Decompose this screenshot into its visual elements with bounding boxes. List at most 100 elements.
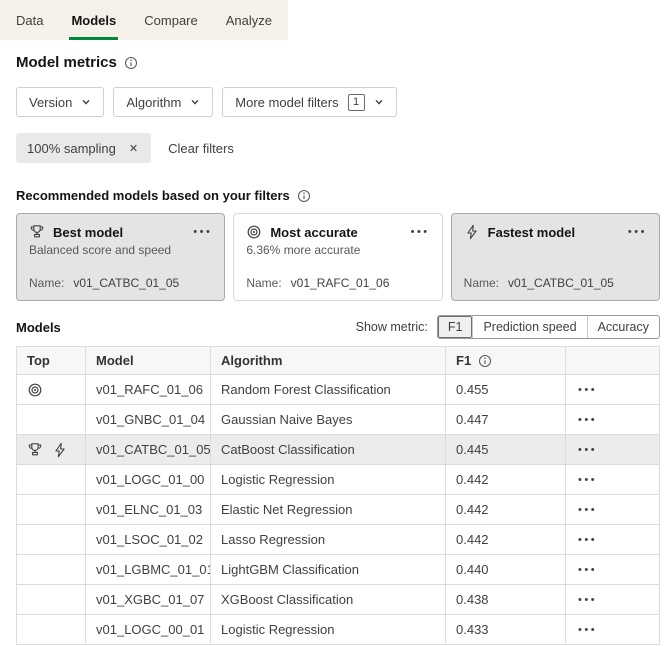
- model-name-cell: v01_GNBC_01_04: [86, 405, 211, 435]
- card-more-options-button[interactable]: •••: [191, 225, 212, 240]
- metric-option-f1[interactable]: F1: [438, 316, 473, 338]
- table-row[interactable]: v01_LSOC_01_02 Lasso Regression 0.442 ••…: [17, 525, 660, 555]
- best-model-card[interactable]: Best model ••• Balanced score and speed …: [16, 213, 225, 301]
- models-table: Top Model Algorithm F1 v01_RAFC_01_06 Ra…: [16, 346, 660, 645]
- top-cell: [17, 405, 86, 435]
- tab-models[interactable]: Models: [57, 0, 130, 40]
- algorithm-cell: Logistic Regression: [211, 615, 446, 645]
- col-header-model[interactable]: Model: [86, 347, 211, 375]
- chevron-down-icon: [190, 97, 200, 107]
- row-more-options-button[interactable]: •••: [576, 533, 597, 548]
- row-more-options-button[interactable]: •••: [576, 623, 597, 638]
- models-section-title: Models: [16, 320, 61, 335]
- metric-header-label: F1: [456, 353, 471, 368]
- lightning-icon: [52, 442, 68, 458]
- table-row[interactable]: v01_XGBC_01_07 XGBoost Classification 0.…: [17, 585, 660, 615]
- top-cell: [17, 585, 86, 615]
- more-model-filters-button[interactable]: More model filters 1: [222, 87, 396, 117]
- tab-bar: Data Models Compare Analyze: [0, 0, 668, 40]
- active-filters-row: 100% sampling ✕ Clear filters: [16, 133, 660, 163]
- recommended-title-row: Recommended models based on your filters: [16, 188, 660, 203]
- metric-option-prediction-speed[interactable]: Prediction speed: [472, 316, 586, 338]
- most-accurate-card[interactable]: Most accurate ••• 6.36% more accurate Na…: [233, 213, 442, 301]
- name-label: Name:: [464, 276, 499, 290]
- table-row[interactable]: v01_RAFC_01_06 Random Forest Classificat…: [17, 375, 660, 405]
- metric-cell: 0.455: [446, 375, 566, 405]
- metric-cell: 0.442: [446, 465, 566, 495]
- info-icon[interactable]: [297, 189, 311, 203]
- clear-filters-button[interactable]: Clear filters: [168, 141, 234, 156]
- table-row[interactable]: v01_LOGC_01_00 Logistic Regression 0.442…: [17, 465, 660, 495]
- col-header-algorithm[interactable]: Algorithm: [211, 347, 446, 375]
- main-content: Model metrics Version Algorithm More mod…: [0, 54, 668, 645]
- table-row-selected[interactable]: v01_CATBC_01_05 CatBoost Classification …: [17, 435, 660, 465]
- top-cell: [17, 495, 86, 525]
- info-icon[interactable]: [124, 56, 138, 70]
- model-name-cell: v01_RAFC_01_06: [86, 375, 211, 405]
- row-more-options-button[interactable]: •••: [576, 443, 597, 458]
- tab-compare[interactable]: Compare: [130, 0, 211, 40]
- algorithm-cell: Gaussian Naive Bayes: [211, 405, 446, 435]
- top-cell: [17, 465, 86, 495]
- col-header-actions: [566, 347, 660, 375]
- chevron-down-icon: [81, 97, 91, 107]
- table-row[interactable]: v01_LGBMC_01_01 LightGBM Classification …: [17, 555, 660, 585]
- metric-cell: 0.442: [446, 525, 566, 555]
- metric-option-accuracy[interactable]: Accuracy: [587, 316, 659, 338]
- row-more-options-button[interactable]: •••: [576, 473, 597, 488]
- top-cell: [17, 375, 86, 405]
- model-name-value: v01_RAFC_01_06: [291, 276, 390, 290]
- card-header: Most accurate •••: [246, 224, 429, 240]
- top-cell: [17, 435, 86, 465]
- card-header: Best model •••: [29, 224, 212, 240]
- metric-cell: 0.440: [446, 555, 566, 585]
- show-metric-label: Show metric:: [356, 320, 428, 334]
- models-bar: Models Show metric: F1 Prediction speed …: [16, 315, 660, 339]
- card-model-name-row: Name: v01_CATBC_01_05: [464, 276, 647, 290]
- algorithm-filter-label: Algorithm: [126, 95, 181, 110]
- card-subtitle: Balanced score and speed: [29, 243, 212, 258]
- row-more-options-button[interactable]: •••: [576, 563, 597, 578]
- table-row[interactable]: v01_LOGC_00_01 Logistic Regression 0.433…: [17, 615, 660, 645]
- row-more-options-button[interactable]: •••: [576, 383, 597, 398]
- metric-group: Show metric: F1 Prediction speed Accurac…: [356, 315, 660, 339]
- sampling-filter-chip: 100% sampling ✕: [16, 133, 151, 163]
- top-cell: [17, 615, 86, 645]
- model-name-cell: v01_LOGC_00_01: [86, 615, 211, 645]
- tab-data[interactable]: Data: [2, 0, 57, 40]
- card-more-options-button[interactable]: •••: [409, 225, 430, 240]
- algorithm-filter-button[interactable]: Algorithm: [113, 87, 213, 117]
- col-header-top[interactable]: Top: [17, 347, 86, 375]
- metric-cell: 0.438: [446, 585, 566, 615]
- row-more-options-button[interactable]: •••: [576, 593, 597, 608]
- top-cell: [17, 555, 86, 585]
- table-row[interactable]: v01_ELNC_01_03 Elastic Net Regression 0.…: [17, 495, 660, 525]
- algorithm-cell: Logistic Regression: [211, 465, 446, 495]
- card-title: Best model: [53, 225, 183, 240]
- row-more-options-button[interactable]: •••: [576, 413, 597, 428]
- info-icon[interactable]: [478, 354, 492, 368]
- name-label: Name:: [246, 276, 281, 290]
- fastest-model-card[interactable]: Fastest model ••• Name: v01_CATBC_01_05: [451, 213, 660, 301]
- card-title: Most accurate: [270, 225, 400, 240]
- card-header: Fastest model •••: [464, 224, 647, 240]
- version-filter-button[interactable]: Version: [16, 87, 104, 117]
- recommended-title: Recommended models based on your filters: [16, 188, 290, 203]
- table-header-row: Top Model Algorithm F1: [17, 347, 660, 375]
- filter-row: Version Algorithm More model filters 1: [16, 87, 660, 117]
- card-more-options-button[interactable]: •••: [626, 225, 647, 240]
- row-more-options-button[interactable]: •••: [576, 503, 597, 518]
- lightning-icon: [464, 224, 480, 240]
- col-header-metric[interactable]: F1: [446, 347, 566, 375]
- more-model-filters-label: More model filters: [235, 95, 338, 110]
- model-name-cell: v01_CATBC_01_05: [86, 435, 211, 465]
- metric-segmented-control: F1 Prediction speed Accuracy: [437, 315, 660, 339]
- tab-analyze[interactable]: Analyze: [212, 0, 286, 40]
- metric-cell: 0.433: [446, 615, 566, 645]
- remove-filter-icon[interactable]: ✕: [127, 140, 140, 157]
- name-label: Name:: [29, 276, 64, 290]
- trophy-icon: [27, 442, 43, 458]
- page-title-row: Model metrics: [16, 54, 660, 71]
- table-row[interactable]: v01_GNBC_01_04 Gaussian Naive Bayes 0.44…: [17, 405, 660, 435]
- trophy-icon: [29, 224, 45, 240]
